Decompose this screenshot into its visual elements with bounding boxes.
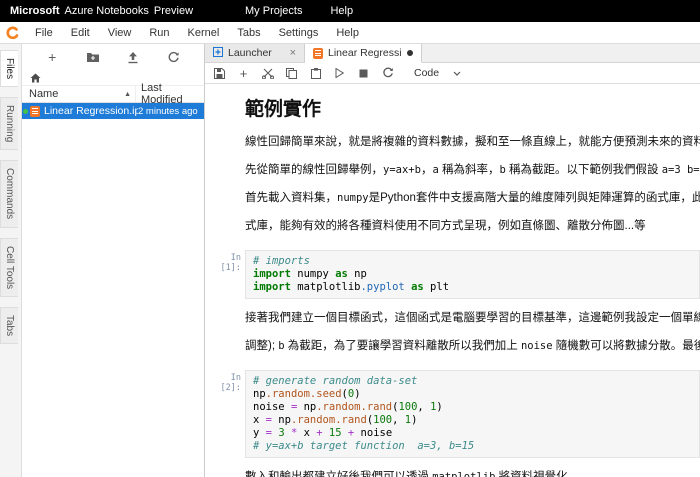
tab-label: Launcher [228, 47, 272, 59]
file-browser-panel: + Name ▲ Last Modified Linear Regression… [22, 44, 205, 477]
menu-view[interactable]: View [99, 24, 141, 42]
column-name[interactable]: Name ▲ [22, 86, 136, 102]
home-icon[interactable] [30, 73, 41, 83]
tab-label: Linear Regressi [328, 47, 402, 59]
sidebar-tab-files[interactable]: Files [0, 50, 18, 87]
menu-settings[interactable]: Settings [270, 24, 328, 42]
cell-type-dropdown[interactable]: Code [414, 67, 461, 79]
menu-help[interactable]: Help [327, 24, 368, 42]
cell-prompt [211, 309, 245, 365]
cell-prompt: In [2]: [211, 367, 245, 466]
brand-preview: Preview [154, 5, 193, 17]
notebook-file-icon [30, 106, 40, 117]
menu-file[interactable]: File [26, 24, 62, 42]
close-icon[interactable]: × [290, 47, 296, 59]
chevron-down-icon [453, 71, 461, 76]
markdown-paragraph: 首先載入資料集，numpy是Python套件中支援高階大量的維度陣列與矩陣運算的… [245, 189, 700, 205]
menu-items: FileEditViewRunKernelTabsSettingsHelp [26, 24, 368, 42]
markdown-paragraph: 數入和輸出都建立好後我們可以透過 matplotlib 將資料視覺化。 [245, 468, 700, 477]
top-nav: My Projects Help [245, 5, 353, 17]
document-tab-bar: Launcher × Linear Regressi [205, 44, 700, 63]
file-list: Linear Regression.ipynb2 minutes ago [22, 103, 204, 119]
cell-prompt [211, 88, 245, 245]
notebook-cells: 範例實作線性回歸簡單來說，就是將複雜的資料數據，擬和至一條直線上，就能方便預測未… [211, 88, 700, 477]
notebook-toolbar: + Code [205, 63, 700, 84]
markdown-paragraph: 線性回歸簡單來說，就是將複雜的資料數據，擬和至一條直線上，就能方便預測未來的資料… [245, 133, 700, 149]
cut-icon[interactable] [260, 66, 275, 81]
code-editor[interactable]: # importsimport numpy as npimport matplo… [245, 250, 700, 299]
menu-edit[interactable]: Edit [62, 24, 99, 42]
sidebar-tab-cell-tools[interactable]: Cell Tools [0, 238, 18, 297]
markdown-heading: 範例實作 [245, 94, 700, 121]
notebook-scroll-area[interactable]: 範例實作線性回歸簡單來說，就是將複雜的資料數據，擬和至一條直線上，就能方便預測未… [205, 84, 700, 477]
upload-button[interactable] [125, 49, 141, 65]
markdown-paragraph: 式庫，能夠有效的將各種資料使用不同方式呈現，例如直條圖、離散分佈圖...等 [245, 217, 700, 233]
code-cell: In [2]:# generate random data-setnp.rand… [211, 367, 700, 466]
paste-icon[interactable] [308, 66, 323, 81]
sort-asc-icon: ▲ [124, 91, 131, 98]
main-area: Launcher × Linear Regressi + [205, 44, 700, 477]
markdown-cell: 數入和輸出都建立好後我們可以透過 matplotlib 將資料視覺化。 [211, 468, 700, 477]
restart-kernel-icon[interactable] [380, 66, 395, 81]
copy-icon[interactable] [284, 66, 299, 81]
save-icon[interactable] [212, 66, 227, 81]
menu-bar: FileEditViewRunKernelTabsSettingsHelp [0, 22, 700, 44]
markdown-paragraph: 接著我們建立一個目標函式，這個函式是電腦要學習的目標基準，這邊範例我設定一個單線… [245, 309, 700, 325]
run-icon[interactable] [332, 66, 347, 81]
notebook-icon [313, 48, 323, 59]
menu-run[interactable]: Run [140, 24, 178, 42]
brand: Microsoft Azure Notebooks Preview [10, 5, 193, 17]
launcher-icon [213, 47, 223, 60]
topnav-my-projects[interactable]: My Projects [245, 5, 302, 17]
new-folder-button[interactable] [85, 49, 101, 65]
tab-linear-regressi[interactable]: Linear Regressi [305, 44, 422, 63]
tab-launcher[interactable]: Launcher × [205, 44, 305, 62]
code-editor[interactable]: # generate random data-setnp.random.seed… [245, 370, 700, 458]
brand-product: Azure Notebooks [65, 5, 149, 17]
cell-prompt: In [1]: [211, 247, 245, 307]
unsaved-dot [407, 50, 413, 56]
azure-notebooks-logo-icon [4, 25, 20, 41]
sidebar-tab-running[interactable]: Running [0, 97, 18, 150]
code-cell: In [1]:# importsimport numpy as npimport… [211, 247, 700, 307]
topnav-help[interactable]: Help [330, 5, 353, 17]
top-app-bar: Microsoft Azure Notebooks Preview My Pro… [0, 0, 700, 22]
file-name: Linear Regression.ipynb [44, 105, 138, 117]
kernel-running-dot [23, 109, 28, 114]
new-file-button[interactable]: + [44, 49, 60, 65]
markdown-paragraph: 先從簡單的線性回歸舉例，y=ax+b，a 稱為斜率，b 稱為截距。以下範例我們假… [245, 161, 700, 177]
refresh-button[interactable] [166, 49, 182, 65]
markdown-cell: 範例實作線性回歸簡單來說，就是將複雜的資料數據，擬和至一條直線上，就能方便預測未… [211, 88, 700, 245]
add-cell-icon[interactable]: + [236, 66, 251, 81]
cell-prompt [211, 468, 245, 477]
menu-kernel[interactable]: Kernel [179, 24, 229, 42]
sidebar-tab-commands[interactable]: Commands [0, 160, 18, 227]
brand-microsoft: Microsoft [10, 5, 60, 17]
sidebar-tab-tabs[interactable]: Tabs [0, 307, 18, 344]
markdown-paragraph: 調整); b 為截距，為了要讓學習資料離散所以我們加上 noise 隨機數可以將… [245, 337, 700, 353]
markdown-cell: 接著我們建立一個目標函式，這個函式是電腦要學習的目標基準，這邊範例我設定一個單線… [211, 309, 700, 365]
cell-type-value: Code [414, 67, 439, 79]
menu-tabs[interactable]: Tabs [228, 24, 269, 42]
file-list-header: Name ▲ Last Modified [22, 85, 204, 103]
stop-icon[interactable] [356, 66, 371, 81]
left-sidebar-strip: Files Running Commands Cell Tools Tabs [0, 44, 22, 477]
file-row[interactable]: Linear Regression.ipynb2 minutes ago [22, 103, 204, 119]
file-modified: 2 minutes ago [138, 106, 204, 117]
column-last-modified[interactable]: Last Modified [136, 82, 204, 106]
file-browser-toolbar: + [22, 44, 204, 70]
